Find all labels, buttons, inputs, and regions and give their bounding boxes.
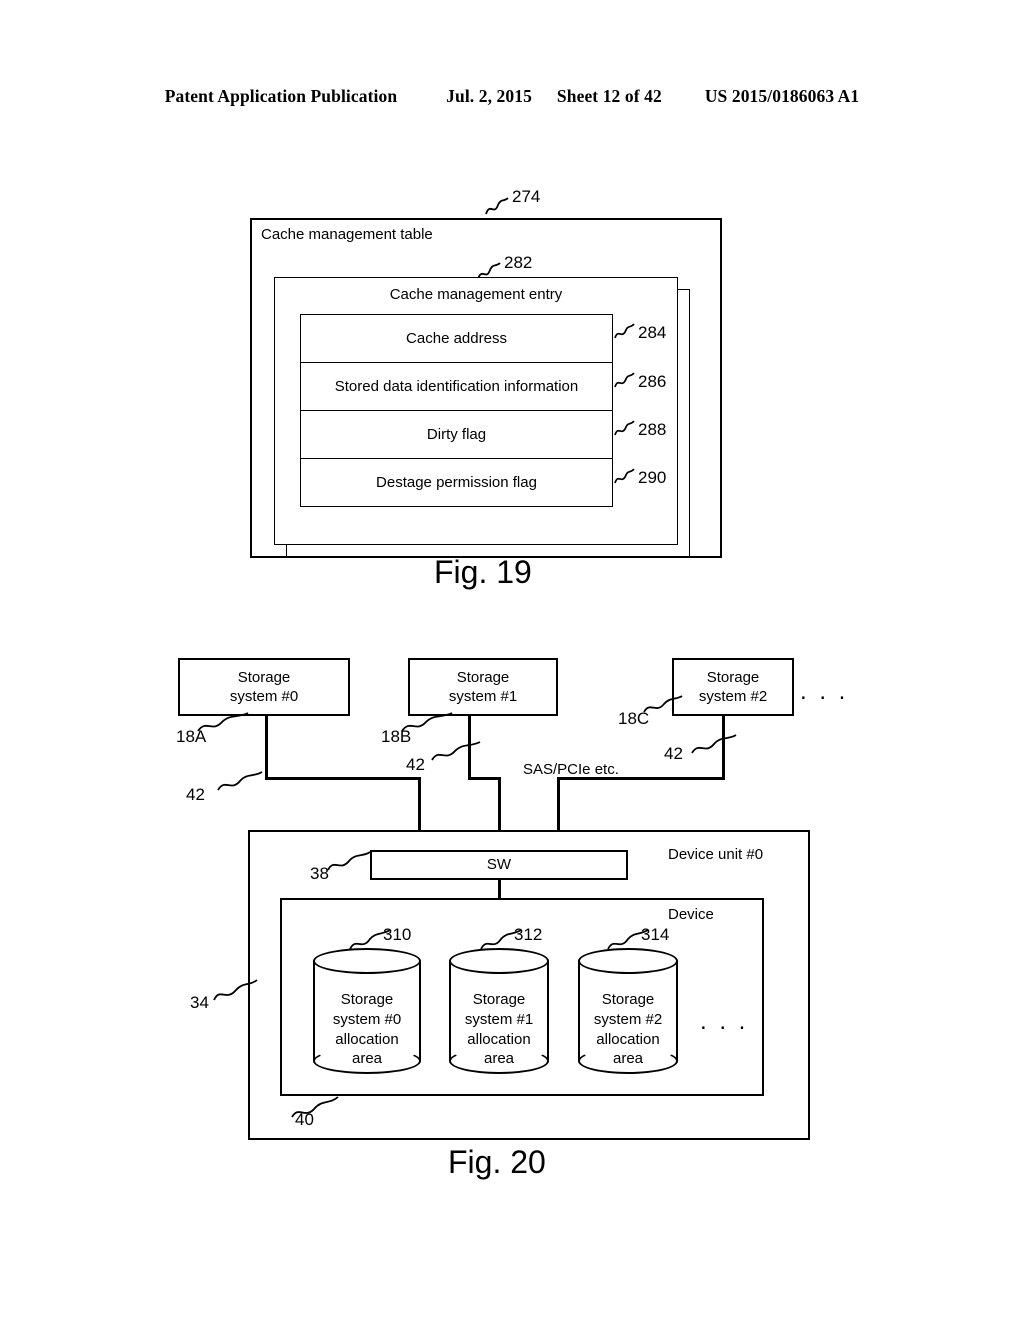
ref-42-b: 42 — [406, 755, 425, 774]
publication-header: Patent Application Publication Jul. 2, 2… — [0, 86, 1024, 107]
device-label: Device — [668, 906, 714, 923]
ref-290: 290 — [638, 468, 667, 487]
figure-20-caption: Fig. 20 — [448, 1144, 546, 1180]
field-label-destage-permission-flag: Destage permission flag — [376, 473, 537, 491]
header-sheet: Sheet 12 of 42 — [556, 86, 662, 106]
storage-system-0-line1: Storage — [237, 668, 291, 686]
field-label-stored-data-identification-information: Stored data identification information — [334, 377, 579, 395]
ref-42-c: 42 — [664, 744, 683, 763]
header-publication: Patent Application Publication — [164, 86, 398, 106]
allocation-area-0-line1: Storage — [340, 991, 394, 1008]
ref-284: 284 — [638, 323, 667, 342]
allocation-area-0-line2: system #0 — [332, 1010, 402, 1028]
switch-box: SW — [370, 850, 628, 880]
allocation-area-0-line4: area — [351, 1050, 383, 1068]
allocation-area-cylinder-0: Storage system #0 allocation area — [313, 948, 421, 1074]
ref-38: 38 — [310, 864, 329, 883]
ref-288: 288 — [638, 420, 667, 439]
lead-line-42-c — [691, 734, 737, 754]
ref-310: 310 — [383, 925, 412, 944]
ref-42-a: 42 — [186, 785, 205, 804]
lead-line-288 — [614, 420, 635, 436]
allocation-area-2-line4: area — [612, 1050, 644, 1068]
allocation-area-1-line1: Storage — [472, 991, 526, 1008]
lead-line-284 — [614, 323, 635, 339]
ref-18C: 18C — [618, 709, 650, 728]
cache-management-entry-label: Cache management entry — [389, 286, 563, 304]
allocation-area-cylinder-1: Storage system #1 allocation area — [449, 948, 549, 1074]
ref-40: 40 — [295, 1110, 314, 1129]
storage-systems-ellipsis: . . . — [800, 678, 849, 705]
device-unit-0-label: Device unit #0 — [668, 846, 764, 863]
storage-system-0-line2: system #0 — [229, 688, 299, 705]
ref-312: 312 — [514, 925, 543, 944]
ref-18B: 18B — [381, 727, 412, 746]
header-date: Jul. 2, 2015 — [446, 86, 532, 106]
figure-19-caption: Fig. 19 — [434, 554, 532, 590]
allocation-area-cylinder-2: Storage system #2 allocation area — [578, 948, 678, 1074]
ref-34: 34 — [190, 993, 209, 1012]
storage-system-1-box: Storage system #1 — [408, 658, 558, 716]
cache-management-table-label: Cache management table — [261, 226, 433, 243]
field-label-dirty-flag: Dirty flag — [426, 425, 487, 443]
field-row-cache-address: Cache address — [300, 314, 613, 363]
allocation-area-1-line3: allocation — [467, 1030, 531, 1048]
lead-line-286 — [614, 372, 635, 388]
header-docnum: US 2015/0186063 A1 — [704, 86, 860, 106]
wire-ss2-vertical-top — [722, 716, 725, 779]
switch-label: SW — [486, 856, 512, 874]
storage-system-2-line2: system #2 — [698, 688, 768, 705]
storage-system-1-line1: Storage — [456, 668, 510, 686]
field-label-cache-address: Cache address — [406, 329, 507, 347]
allocation-area-1-line2: system #1 — [464, 1010, 534, 1028]
allocation-area-2-line3: allocation — [596, 1030, 660, 1048]
storage-system-1-line2: system #1 — [448, 688, 518, 705]
field-row-stored-data-identification-information: Stored data identification information — [300, 362, 613, 411]
lead-line-290 — [614, 468, 635, 484]
wire-ss0-vertical-top — [265, 716, 268, 779]
lead-line-38 — [327, 851, 371, 871]
bus-protocol-label: SAS/PCIe etc. — [523, 761, 619, 778]
field-row-dirty-flag: Dirty flag — [300, 410, 613, 459]
ref-282: 282 — [504, 253, 533, 272]
ref-18A: 18A — [176, 727, 207, 746]
storage-system-2-box: Storage system #2 — [672, 658, 794, 716]
allocation-area-2-line2: system #2 — [593, 1010, 663, 1028]
allocation-area-1-line4: area — [483, 1050, 515, 1068]
ref-286: 286 — [638, 372, 667, 391]
ref-314: 314 — [641, 925, 670, 944]
storage-system-0-box: Storage system #0 — [178, 658, 350, 716]
storage-system-2-line1: Storage — [706, 668, 760, 686]
ref-274: 274 — [512, 187, 541, 206]
lead-line-34 — [213, 979, 258, 1001]
lead-line-42-b — [431, 741, 481, 761]
wire-sw-to-device — [498, 880, 501, 899]
lead-line-42-a — [217, 771, 263, 791]
wire-ss0-horizontal — [265, 777, 421, 780]
field-row-destage-permission-flag: Destage permission flag — [300, 458, 613, 507]
wire-ss1-horizontal — [468, 777, 501, 780]
device-allocation-ellipsis: . . . — [700, 1008, 749, 1035]
patent-drawing-page: Patent Application Publication Jul. 2, 2… — [0, 0, 1024, 1320]
wire-ss1-vertical-top — [468, 716, 471, 779]
allocation-area-2-line1: Storage — [601, 991, 655, 1008]
allocation-area-0-line3: allocation — [335, 1030, 399, 1048]
